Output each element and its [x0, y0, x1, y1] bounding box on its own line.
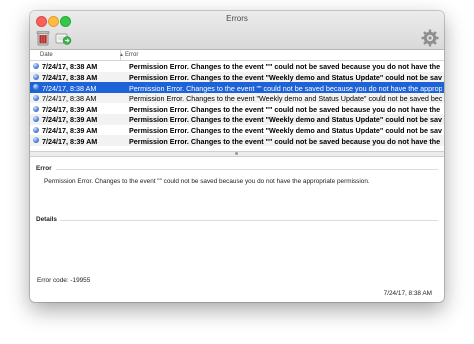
errors-window: Errors Date ▲ Error 7/24/17, 8:38 AM Per… [30, 11, 444, 302]
error-status-icon [33, 63, 39, 70]
details-section-divider [60, 220, 438, 221]
table-row[interactable]: 7/24/17, 8:38 AM Permission Error. Change… [30, 92, 444, 104]
delete-errors-button[interactable] [34, 29, 52, 47]
error-section-label: Error [36, 165, 52, 172]
table-row[interactable]: 7/24/17, 8:38 AM Permission Error. Change… [30, 61, 444, 72]
error-status-icon [33, 95, 39, 102]
table-row[interactable]: 7/24/17, 8:38 AM Permission Error. Change… [30, 71, 444, 83]
table-body: 7/24/17, 8:38 AM Permission Error. Change… [30, 61, 444, 146]
error-status-icon [33, 105, 39, 112]
details-pane: Error Permission Error. Changes to the e… [30, 157, 444, 302]
row-date: 7/24/17, 8:38 AM [42, 83, 97, 93]
row-error-message: Permission Error. Changes to the event "… [129, 115, 442, 125]
table-row[interactable]: 7/24/17, 8:39 AM Permission Error. Change… [30, 113, 444, 125]
error-status-icon [33, 73, 39, 80]
gear-icon [421, 29, 439, 47]
column-header-date[interactable]: Date [40, 52, 53, 58]
table-row[interactable]: 7/24/17, 8:39 AM Permission Error. Change… [30, 135, 444, 146]
export-button[interactable] [54, 29, 72, 47]
row-error-message: Permission Error. Changes to the event "… [129, 125, 442, 135]
error-status-icon [33, 116, 39, 123]
settings-button[interactable] [420, 28, 440, 48]
error-code: Error code: -19955 [37, 277, 91, 284]
sort-ascending-icon: ▲ [119, 52, 124, 58]
row-date: 7/24/17, 8:39 AM [42, 104, 98, 114]
divider-handle-icon [235, 152, 238, 155]
error-status-icon [33, 137, 39, 144]
error-table: Date ▲ Error 7/24/17, 8:38 AM Permission … [30, 50, 444, 150]
title-bar: Errors [30, 11, 444, 50]
row-error-message: Permission Error. Changes to the event "… [129, 83, 442, 93]
table-header: Date ▲ Error [30, 50, 444, 61]
row-date: 7/24/17, 8:39 AM [42, 125, 98, 135]
error-section-divider [56, 169, 438, 170]
trash-icon [36, 31, 50, 46]
table-row[interactable]: 7/24/17, 8:39 AM Permission Error. Change… [30, 103, 444, 114]
row-date: 7/24/17, 8:39 AM [42, 136, 98, 146]
row-error-message: Permission Error. Changes to the event "… [129, 62, 442, 72]
error-status-icon [33, 84, 39, 91]
table-row[interactable]: 7/24/17, 8:39 AM Permission Error. Change… [30, 125, 444, 136]
export-icon [55, 33, 72, 45]
row-date: 7/24/17, 8:38 AM [42, 72, 98, 82]
details-section-label: Details [36, 216, 57, 223]
error-status-icon [33, 126, 39, 133]
window-title: Errors [226, 14, 248, 23]
row-error-message: Permission Error. Changes to the event "… [129, 136, 442, 146]
row-error-message: Permission Error. Changes to the event "… [129, 72, 442, 82]
row-date: 7/24/17, 8:38 AM [42, 94, 97, 104]
error-description: Permission Error. Changes to the event "… [44, 178, 370, 185]
row-date: 7/24/17, 8:38 AM [42, 62, 98, 72]
column-header-error[interactable]: Error [125, 52, 138, 58]
row-error-message: Permission Error. Changes to the event "… [129, 94, 442, 104]
table-row[interactable]: 7/24/17, 8:38 AM Permission Error. Change… [30, 82, 444, 93]
error-timestamp: 7/24/17, 8:38 AM [383, 290, 432, 297]
row-date: 7/24/17, 8:39 AM [42, 115, 98, 125]
row-error-message: Permission Error. Changes to the event "… [129, 104, 442, 114]
